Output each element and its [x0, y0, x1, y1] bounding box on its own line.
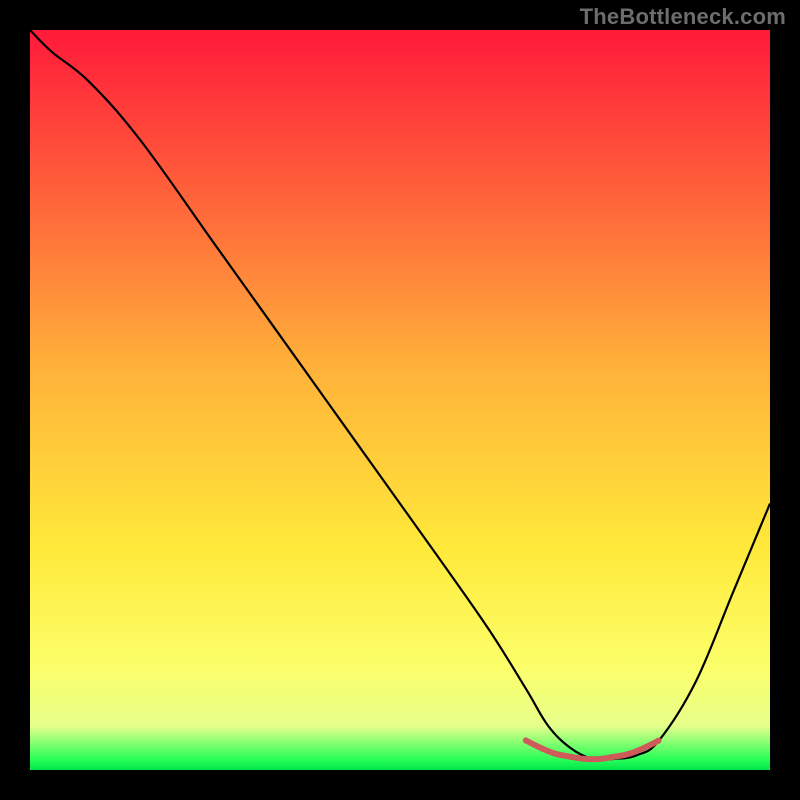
watermark-text: TheBottleneck.com: [580, 4, 786, 30]
optimal-marker: [526, 740, 659, 759]
curve-layer: [30, 30, 770, 770]
bottleneck-curve: [30, 30, 770, 760]
chart-frame: TheBottleneck.com: [0, 0, 800, 800]
plot-area: [30, 30, 770, 770]
